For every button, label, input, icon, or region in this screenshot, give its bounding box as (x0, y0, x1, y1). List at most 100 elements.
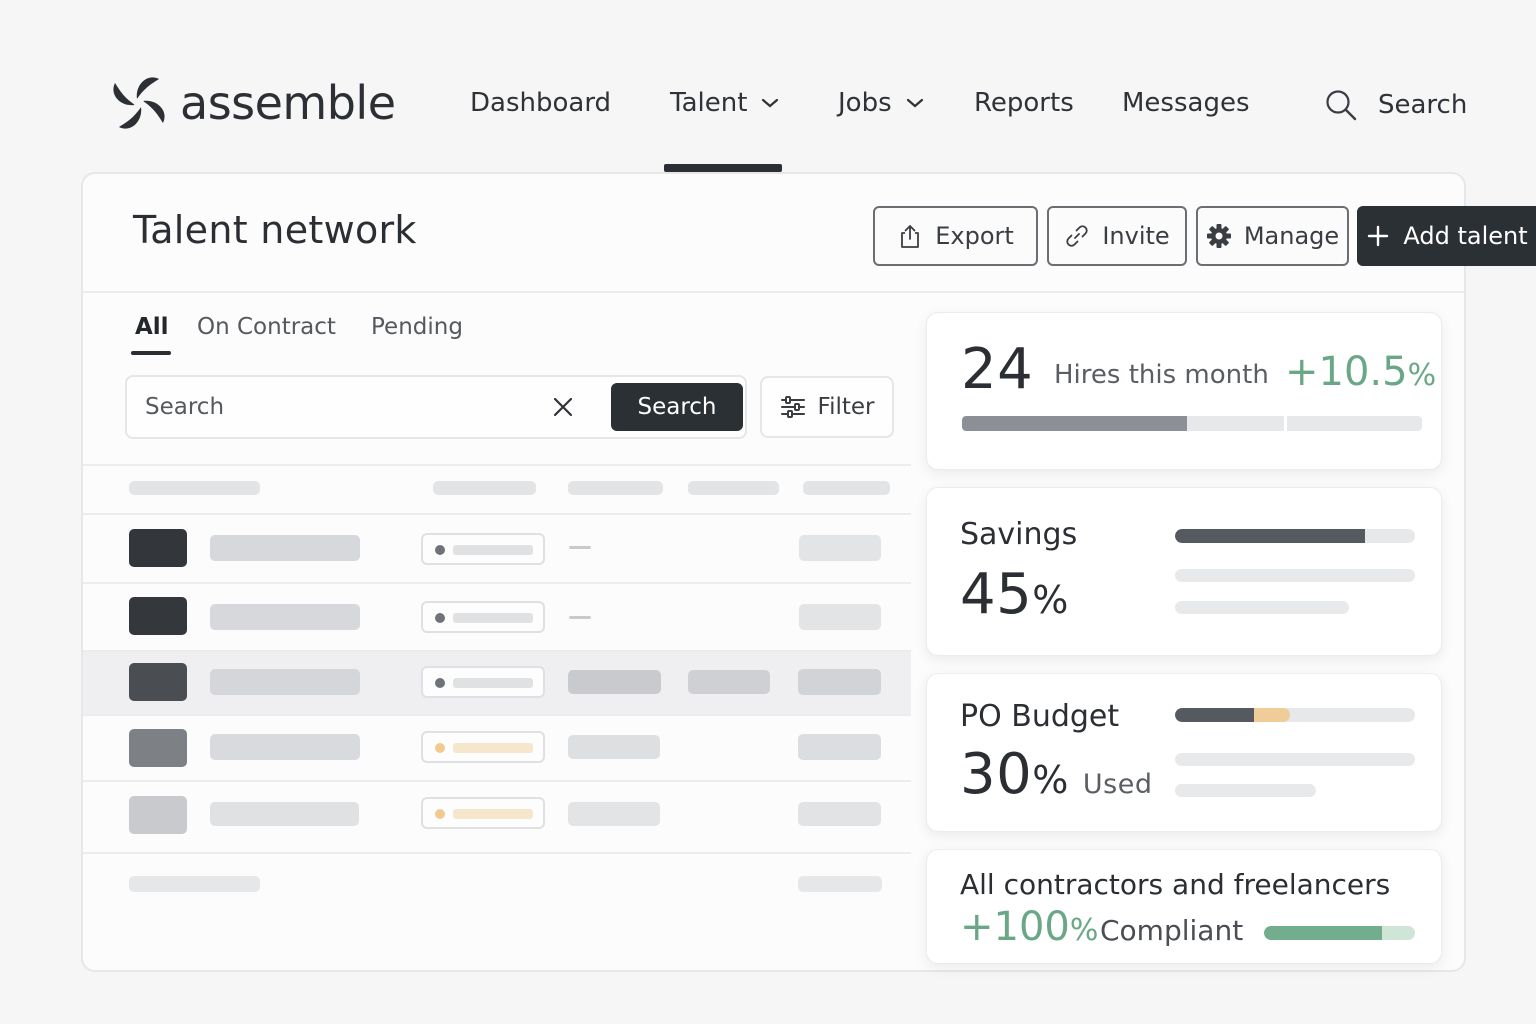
link-icon (1066, 225, 1088, 247)
table-divider (83, 464, 911, 466)
avatar (129, 729, 187, 767)
hires-change: +10.5% (1285, 349, 1437, 395)
name-placeholder (210, 535, 360, 561)
gear-icon (1206, 224, 1231, 248)
table-divider (83, 714, 911, 716)
status-badge (421, 666, 545, 698)
status-badge (421, 601, 545, 633)
tab-active-indicator (131, 351, 171, 355)
status-badge (421, 797, 545, 829)
compliance-card[interactable]: All contractors and freelancers +100% Co… (926, 849, 1442, 964)
nav-reports[interactable]: Reports (974, 88, 1074, 118)
detail-placeholder (1175, 569, 1415, 582)
value-placeholder (568, 670, 661, 694)
status-badge (421, 731, 545, 763)
detail-placeholder (1175, 753, 1415, 766)
filter-sliders-icon (780, 396, 805, 418)
value-placeholder (568, 735, 660, 759)
export-button-label: Export (935, 222, 1014, 250)
hires-progress (962, 416, 1422, 431)
name-placeholder (210, 604, 360, 630)
panel-header-divider (83, 291, 1464, 293)
tab-pending[interactable]: Pending (371, 314, 463, 340)
talent-search-box: Search (125, 375, 747, 439)
filter-button-label: Filter (817, 394, 875, 420)
empty-value-dash (569, 546, 591, 549)
savings-value: 45% (960, 562, 1069, 627)
nav-reports-label: Reports (974, 88, 1074, 118)
manage-button-label: Manage (1243, 222, 1340, 250)
tab-on-contract[interactable]: On Contract (197, 314, 336, 340)
nav-talent-label: Talent (670, 88, 748, 118)
search-button[interactable]: Search (611, 383, 743, 431)
detail-placeholder (1175, 601, 1349, 614)
savings-progress (1175, 529, 1415, 543)
column-header-placeholder (803, 481, 890, 495)
close-icon[interactable] (551, 395, 575, 419)
po-budget-value: 30% Used (960, 742, 1153, 807)
compliance-title: All contractors and freelancers (960, 868, 1391, 901)
nav-messages[interactable]: Messages (1122, 88, 1250, 118)
column-header-placeholder (433, 481, 536, 495)
name-placeholder (210, 669, 360, 695)
chevron-down-icon (906, 98, 923, 108)
filter-button[interactable]: Filter (760, 376, 894, 438)
column-header-placeholder (688, 481, 779, 495)
global-search[interactable]: Search (1324, 88, 1467, 122)
po-budget-title: PO Budget (960, 699, 1120, 734)
table-divider (83, 513, 911, 515)
hires-card[interactable]: 24 Hires this month +10.5% (926, 312, 1442, 470)
nav-jobs[interactable]: Jobs (838, 88, 924, 118)
table-divider (83, 650, 911, 652)
export-icon (901, 225, 920, 248)
nav-jobs-label: Jobs (838, 88, 892, 118)
hires-value: 24 (961, 337, 1034, 402)
invite-button-label: Invite (1102, 222, 1170, 250)
pagination-placeholder (798, 876, 882, 892)
value-placeholder (798, 669, 881, 695)
export-button[interactable]: Export (873, 206, 1038, 266)
empty-value-dash (569, 616, 591, 619)
name-placeholder (210, 734, 360, 760)
manage-button[interactable]: Manage (1196, 206, 1349, 266)
page-title: Talent network (133, 208, 417, 252)
savings-title: Savings (960, 517, 1078, 552)
savings-card[interactable]: Savings 45% (926, 487, 1442, 656)
brand-logo[interactable]: assemble (106, 70, 396, 136)
table-divider (83, 852, 911, 854)
plus-icon (1368, 225, 1389, 247)
tab-all[interactable]: All (135, 314, 169, 340)
nav-dashboard[interactable]: Dashboard (470, 88, 611, 118)
column-header-placeholder (568, 481, 663, 495)
global-search-label: Search (1378, 90, 1468, 120)
assemble-logo-icon (113, 77, 165, 129)
po-budget-card[interactable]: PO Budget 30% Used (926, 673, 1442, 832)
compliance-label: Compliant (1100, 914, 1244, 947)
nav-active-indicator (664, 164, 782, 172)
avatar (129, 597, 187, 635)
po-budget-progress (1175, 708, 1415, 722)
value-placeholder (798, 734, 881, 760)
value-placeholder (799, 604, 881, 630)
hires-label: Hires this month (1054, 360, 1269, 390)
compliance-value: +100% (960, 904, 1099, 950)
chevron-down-icon (762, 98, 779, 108)
name-placeholder (210, 802, 359, 826)
avatar (129, 663, 187, 701)
add-talent-button[interactable]: Add talent (1357, 206, 1536, 266)
nav-messages-label: Messages (1122, 88, 1250, 118)
pagination-placeholder (129, 876, 260, 892)
invite-button[interactable]: Invite (1047, 206, 1187, 266)
add-talent-button-label: Add talent (1403, 222, 1528, 250)
nav-dashboard-label: Dashboard (470, 88, 612, 118)
detail-placeholder (1175, 784, 1316, 797)
value-placeholder (799, 535, 881, 561)
talent-search-input[interactable] (145, 387, 525, 427)
nav-talent[interactable]: Talent (670, 88, 779, 118)
status-badge (421, 533, 545, 565)
value-placeholder (688, 670, 770, 694)
value-placeholder (798, 802, 881, 826)
table-divider (83, 582, 911, 584)
search-icon (1326, 90, 1357, 121)
value-placeholder (568, 802, 660, 826)
